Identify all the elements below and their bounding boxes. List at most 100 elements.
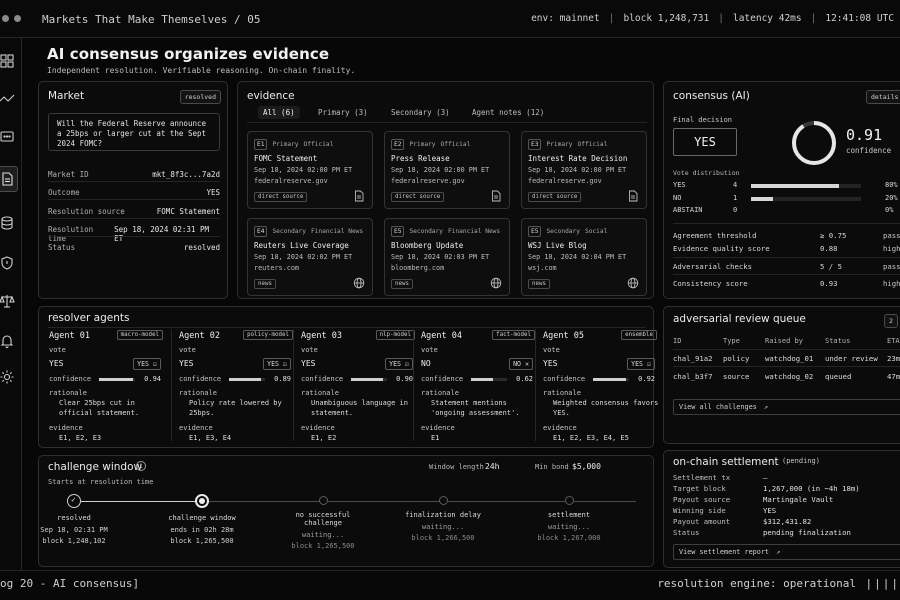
agent-model-badge: policy-model <box>243 330 293 340</box>
challenge-id: chal_b3f7 <box>673 372 713 381</box>
separator: | <box>810 13 817 24</box>
details-button[interactable]: details <box>866 90 900 104</box>
confidence-ring-fill <box>792 121 836 165</box>
vote-badge[interactable]: NO ✕ <box>509 358 533 370</box>
challenge-eta: 47m <box>887 372 900 381</box>
chart-icon[interactable] <box>0 86 18 112</box>
evidence-id: E5 <box>528 226 542 237</box>
evidence-label: evidence <box>543 424 577 432</box>
env-label: env: mainnet <box>531 13 600 24</box>
evidence-label: evidence <box>421 424 455 432</box>
column-header: Raised by <box>765 337 803 345</box>
vote-bar-fill <box>751 184 839 188</box>
scale-icon[interactable] <box>0 288 18 314</box>
evidence-card[interactable]: E5 Secondary Social WSJ Live Blog Sep 18, … <box>521 218 647 296</box>
check-label: Agreement threshold <box>673 231 757 240</box>
vote-badge-label: YES <box>631 360 644 368</box>
evidence-label: evidence <box>179 424 213 432</box>
step-block: block 1,265,500 <box>291 542 355 550</box>
page-subtitle: Independent resolution. Verifiable reaso… <box>47 66 356 75</box>
evidence-card[interactable]: E1 Primary Official FOMC Statement Sep 18,… <box>247 131 373 209</box>
challenge-window-panel: challenge window i Starts at resolution … <box>38 455 654 567</box>
shield-icon[interactable] <box>0 250 18 276</box>
panel-title: adversarial review queue <box>673 313 806 325</box>
vote-label: ABSTAIN <box>673 206 703 214</box>
panel-title: on-chain settlement <box>673 456 779 468</box>
consensus-panel: consensus (AI) details Final decision YE… <box>663 81 900 299</box>
check-status: pass <box>883 231 900 240</box>
evidence-card[interactable]: E2 Primary Official Press Release Sep 18, … <box>384 131 510 209</box>
settlement-panel: on-chain settlement (pending) Settlement… <box>663 450 900 568</box>
check-row: Consistency score 0.93 high <box>673 279 900 291</box>
check-value: ≥ 0.75 <box>820 231 847 240</box>
agent-card[interactable]: Agent 02 policy-model vote YES YES ☑ confiden… <box>179 327 297 445</box>
vote-badge[interactable]: YES ☑ <box>385 358 413 370</box>
button-label: View settlement report <box>679 548 770 556</box>
gear-icon[interactable] <box>0 364 18 390</box>
step-block: block 1,248,102 <box>42 537 106 545</box>
step-name: no successful challenge <box>295 511 351 527</box>
database-icon[interactable] <box>0 210 18 236</box>
agent-card[interactable]: Agent 01 macro-model vote YES YES ☑ confidenc… <box>49 327 167 445</box>
check-row: Evidence quality score 0.88 high <box>673 244 900 256</box>
field-value: 1,267,000 (in ~4h 18m) <box>763 484 860 493</box>
step-name: challenge window <box>168 514 236 522</box>
agent-name: Agent 04 <box>421 331 462 341</box>
evidence-card[interactable]: E3 Primary Official Interest Rate Decision… <box>521 131 647 209</box>
vote-bar <box>751 197 861 201</box>
evidence-tier: Primary <box>272 141 299 148</box>
vote-badge-label: YES <box>137 360 150 368</box>
document-icon[interactable] <box>0 166 18 192</box>
window-dot-icon[interactable] <box>14 15 21 22</box>
tab-secondary[interactable]: Secondary (3) <box>391 108 450 117</box>
view-all-challenges-button[interactable]: View all challenges ↗ <box>673 399 900 415</box>
chat-icon[interactable] <box>0 124 18 150</box>
grid-icon[interactable] <box>0 48 18 74</box>
field-label: Resolution time <box>48 225 94 243</box>
evidence-card[interactable]: E4 Secondary Financial News Reuters Live C… <box>247 218 373 296</box>
tab-all[interactable]: All (6) <box>258 106 300 119</box>
agent-card[interactable]: Agent 03 nlp-model vote YES YES ☑ confidence 0… <box>301 327 419 445</box>
evidence-kind: Social <box>584 228 608 235</box>
column-header: ETA <box>887 337 900 345</box>
vote-badge[interactable]: YES ☑ <box>627 358 655 370</box>
vote-badge[interactable]: YES ☑ <box>263 358 291 370</box>
check-value: 0.93 <box>820 279 838 288</box>
vote-row-yes: YES 4 80% <box>673 181 900 192</box>
window-dot-icon[interactable] <box>2 15 9 22</box>
tab-primary[interactable]: Primary (3) <box>318 108 368 117</box>
status-badge: resolved <box>179 90 221 104</box>
divider <box>673 257 900 258</box>
check-icon: ☑ <box>647 360 651 368</box>
panel-title: challenge window <box>48 461 143 473</box>
info-icon[interactable]: i <box>136 461 146 471</box>
field-value: $312,431.82 <box>763 517 812 526</box>
settlement-row: Payout source Martingale Vault <box>673 495 900 505</box>
confidence-label: confidence <box>543 375 586 383</box>
tab-agent-notes[interactable]: Agent notes (12) <box>472 108 544 117</box>
agent-vote: YES <box>179 359 194 368</box>
divider <box>48 236 220 237</box>
evidence-card[interactable]: E5 Secondary Financial News Bloomberg Upda… <box>384 218 510 296</box>
challenge-status: queued <box>825 372 852 381</box>
step-name: settlement <box>547 511 591 519</box>
app-title: Markets That Make Themselves / 05 <box>42 13 261 26</box>
evidence-panel: evidence All (6) Primary (3) Secondary (… <box>237 81 654 299</box>
vote-count: 4 <box>733 181 738 189</box>
step-detail: Sep 18, 02:31 PM <box>40 526 108 534</box>
view-settlement-report-button[interactable]: View settlement report ↗ <box>673 544 900 560</box>
column-divider <box>535 329 536 441</box>
vote-badge[interactable]: YES ☑ <box>133 358 161 370</box>
agent-rationale: Weighted consensus favors YES. <box>553 399 659 417</box>
field-value: FOMC Statement <box>156 207 220 216</box>
field-label: Payout amount <box>673 517 731 526</box>
agent-card[interactable]: Agent 05 ensemble vote YES YES ☑ confidence 0.… <box>543 327 661 445</box>
confidence-bar-fill <box>229 378 262 381</box>
evidence-kind: Official <box>303 141 334 148</box>
agent-card[interactable]: Agent 04 fact-model vote NO NO ✕ confidence 0.… <box>421 327 539 445</box>
check-status: pass <box>883 262 900 271</box>
challenge-raised-by: watchdog_01 <box>765 354 814 363</box>
divider <box>48 181 220 182</box>
min-bond-label: Min bond <box>535 463 569 471</box>
bell-icon[interactable] <box>0 328 18 354</box>
